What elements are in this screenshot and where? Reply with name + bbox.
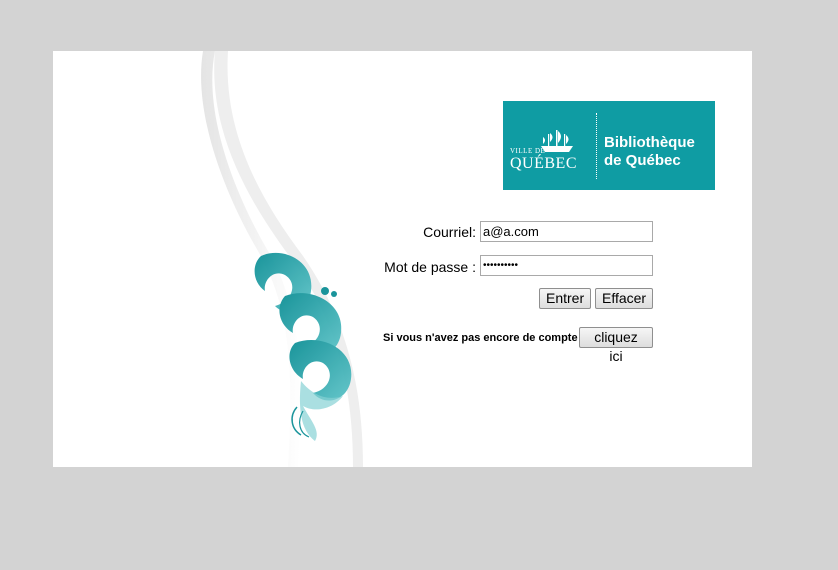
clear-button[interactable]: Effacer <box>595 288 653 309</box>
email-label: Courriel: <box>423 224 476 240</box>
login-panel: VILLE DE QUÉBEC Bibliothèque de Québec C… <box>53 51 752 467</box>
logo-city-small-text: VILLE DE <box>510 147 546 155</box>
logo-library-line2: de Québec <box>604 152 681 169</box>
email-field[interactable] <box>480 221 653 242</box>
logo-divider <box>596 113 597 179</box>
password-label: Mot de passe : <box>384 259 476 275</box>
logo-library-line1: Bibliothèque <box>604 134 695 151</box>
password-field[interactable] <box>480 255 653 276</box>
submit-button[interactable]: Entrer <box>539 288 591 309</box>
bibliotheque-de-quebec-logo: VILLE DE QUÉBEC Bibliothèque de Québec <box>503 101 715 190</box>
logo-city-name: QUÉBEC <box>510 155 577 172</box>
signup-button[interactable]: cliquez ici <box>579 327 653 364</box>
signup-prompt: Si vous n'avez pas encore de compte : <box>383 332 585 344</box>
